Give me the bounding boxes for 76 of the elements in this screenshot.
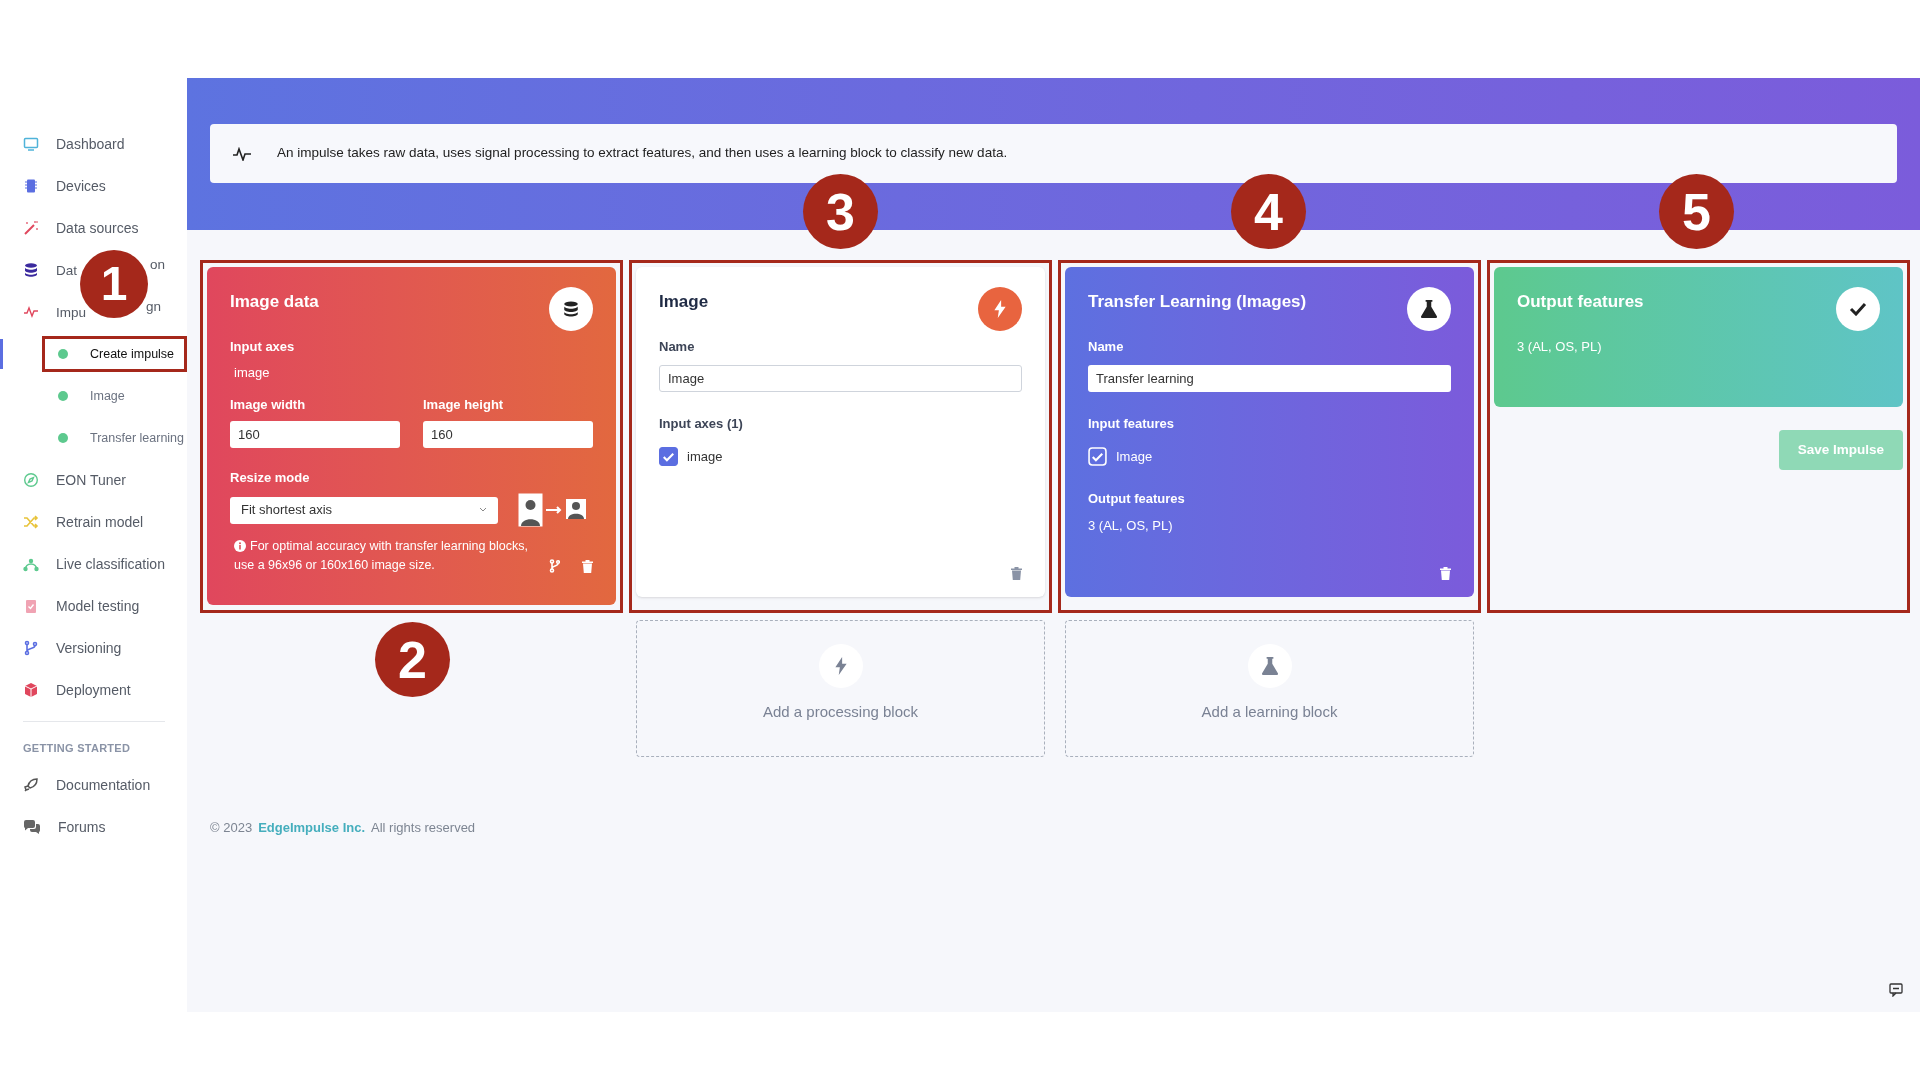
database-icon	[549, 287, 593, 331]
nav-item[interactable]: Forums	[58, 816, 106, 838]
nav-item[interactable]: Retrain model	[56, 511, 144, 533]
nav-subitem[interactable]: Create impulse	[90, 344, 175, 364]
chat-bubbles-icon	[23, 819, 41, 835]
nav-item[interactable]: EON Tuner	[56, 469, 127, 491]
rocket-icon	[23, 777, 39, 793]
nav-label[interactable]: on	[150, 258, 166, 282]
field-label: Name	[1088, 338, 1125, 356]
trash-icon[interactable]	[1011, 567, 1022, 580]
monitor-icon	[23, 136, 39, 152]
trash-icon[interactable]	[1440, 567, 1451, 580]
field-label: Image height	[423, 396, 505, 414]
nav-item[interactable]: Live classification	[56, 553, 165, 575]
nav-subitem[interactable]: Image	[90, 386, 125, 406]
card-title: Output features	[1517, 291, 1644, 313]
nav-item[interactable]: Model testing	[56, 595, 140, 617]
trash-icon[interactable]	[582, 559, 593, 573]
nav-item[interactable]: Deployment	[56, 679, 131, 701]
input-field[interactable]: 160	[423, 420, 593, 448]
lightning-icon	[818, 644, 863, 688]
nav-item[interactable]: Data sources	[56, 217, 139, 239]
field-label: Image width	[230, 396, 307, 414]
pulse-icon	[23, 304, 39, 320]
chat-icon[interactable]	[1889, 983, 1903, 997]
nodes-icon	[23, 556, 39, 572]
branch-icon	[23, 640, 39, 656]
cube-icon	[23, 682, 39, 698]
info-icon	[234, 540, 246, 552]
copyright-text: © 2023	[210, 819, 253, 837]
checkbox-label: image	[687, 448, 723, 466]
field-label: Input features	[1088, 414, 1175, 433]
nav-item[interactable]: Devices	[56, 175, 106, 197]
section-title: GETTING STARTED	[22, 740, 132, 756]
nav-label[interactable]: gn	[146, 300, 162, 324]
lightning-icon	[978, 287, 1022, 331]
output-value: 3 (AL, OS, PL)	[1517, 338, 1603, 356]
notice-text: An impulse takes raw data, uses signal processing to extract features, and then uses a learning block to classify new data.	[277, 144, 1008, 163]
field-label: Input axes (1)	[659, 414, 744, 433]
input-field[interactable]: Image	[659, 364, 1022, 392]
flask-icon	[1407, 287, 1451, 331]
clipboard-icon	[23, 598, 39, 614]
card-title: Image	[659, 291, 709, 313]
info-text: For optimal accuracy with transfer learning blocks, use a 96x96 or 160x160 image size.	[234, 538, 529, 574]
card-title: Image data	[230, 291, 319, 313]
field-label: Resize mode	[230, 468, 311, 487]
crop-illustration-drawing	[518, 493, 588, 527]
compass-icon	[23, 472, 39, 488]
nav-label[interactable]: Dat	[56, 263, 77, 278]
card-title: Transfer Learning (Images)	[1088, 291, 1307, 313]
chevron-down-icon	[479, 507, 487, 513]
field-label: Input axes	[230, 338, 296, 356]
chip-icon	[23, 178, 39, 194]
flask-icon	[1247, 644, 1292, 688]
rights-text: All rights reserved	[371, 819, 476, 837]
field-label: Name	[659, 338, 696, 356]
branch-icon[interactable]	[549, 559, 560, 573]
output-value: 3 (AL, OS, PL)	[1088, 517, 1174, 535]
database-icon	[23, 262, 39, 278]
resize-mode-select[interactable]: Fit shortest axis	[230, 496, 498, 524]
pulse-icon	[232, 146, 252, 161]
checkmark-icon	[1836, 287, 1880, 331]
shuffle-icon	[23, 514, 39, 530]
wand-icon	[23, 220, 39, 236]
checkbox[interactable]	[659, 447, 678, 467]
field-label: Output features	[1088, 489, 1186, 508]
nav-subitem[interactable]: Transfer learning	[90, 428, 185, 448]
add-block-button[interactable]: Add a processing block	[636, 620, 1045, 757]
nav-item[interactable]: Versioning	[56, 637, 122, 659]
input-field[interactable]: 160	[230, 420, 400, 448]
input-field[interactable]: Transfer learning	[1088, 364, 1451, 392]
nav-item[interactable]: Documentation	[56, 774, 151, 796]
checkbox-label: Image	[1116, 448, 1153, 466]
nav-item[interactable]: Dashboard	[56, 133, 125, 155]
axis-value: image	[234, 363, 271, 382]
add-block-button[interactable]: Add a learning block	[1065, 620, 1474, 757]
